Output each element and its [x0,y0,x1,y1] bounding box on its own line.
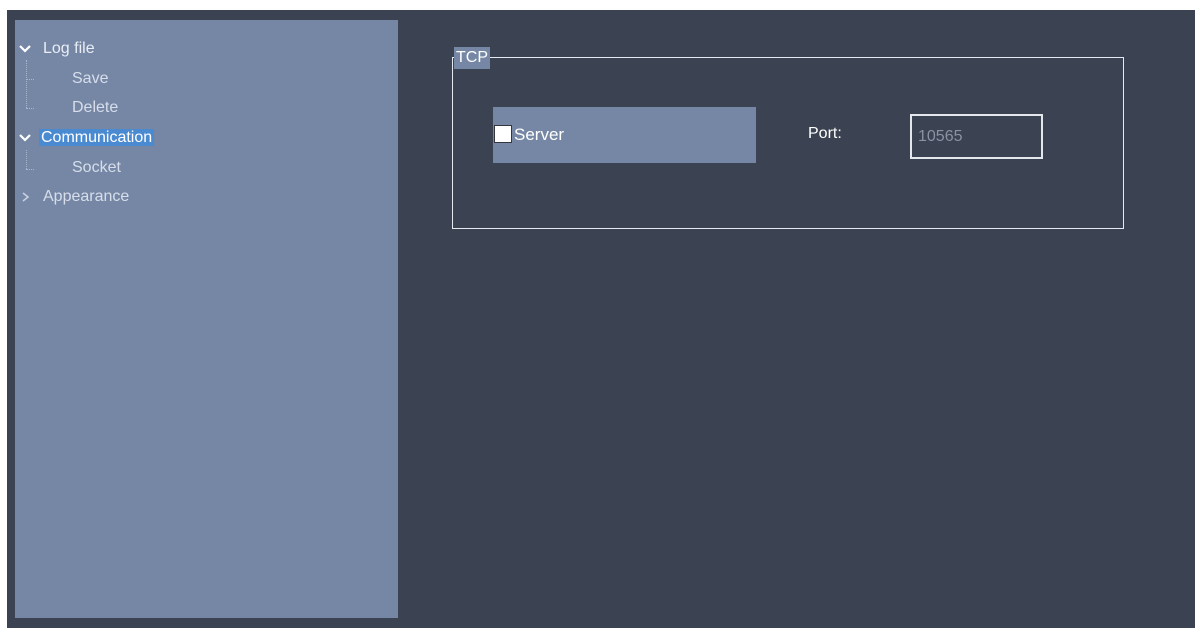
tree-connector [26,108,34,109]
tree-item-log-file[interactable]: Log file [15,37,97,61]
tree-connector [26,60,27,108]
server-checkbox[interactable] [494,125,512,143]
tree-item-save[interactable]: Save [70,67,110,91]
tree-item-label: Log file [43,40,95,57]
chevron-right-icon[interactable] [18,190,32,204]
tree-item-label: Appearance [43,188,130,205]
chevron-down-icon[interactable] [18,42,32,56]
tree-item-label: Socket [72,159,121,176]
tree-connector [26,169,34,170]
tree-item-label: Save [72,70,109,87]
tree-connector [26,150,27,169]
chevron-down-icon[interactable] [18,131,32,145]
tcp-group-title: TCP [454,47,490,69]
tree-item-label: Communication [39,129,155,146]
settings-tree[interactable]: Log file Save Delete Communication Socke… [15,20,398,618]
port-label: Port: [808,125,842,142]
tree-item-appearance[interactable]: Appearance [15,185,131,209]
tree-connector [26,79,34,80]
tree-item-communication[interactable]: Communication [15,126,155,150]
port-input[interactable] [910,114,1043,159]
tree-item-delete[interactable]: Delete [70,96,120,120]
tree-item-socket[interactable]: Socket [70,156,123,180]
server-checkbox-label[interactable]: Server [514,124,564,146]
tree-item-label: Delete [72,99,119,116]
